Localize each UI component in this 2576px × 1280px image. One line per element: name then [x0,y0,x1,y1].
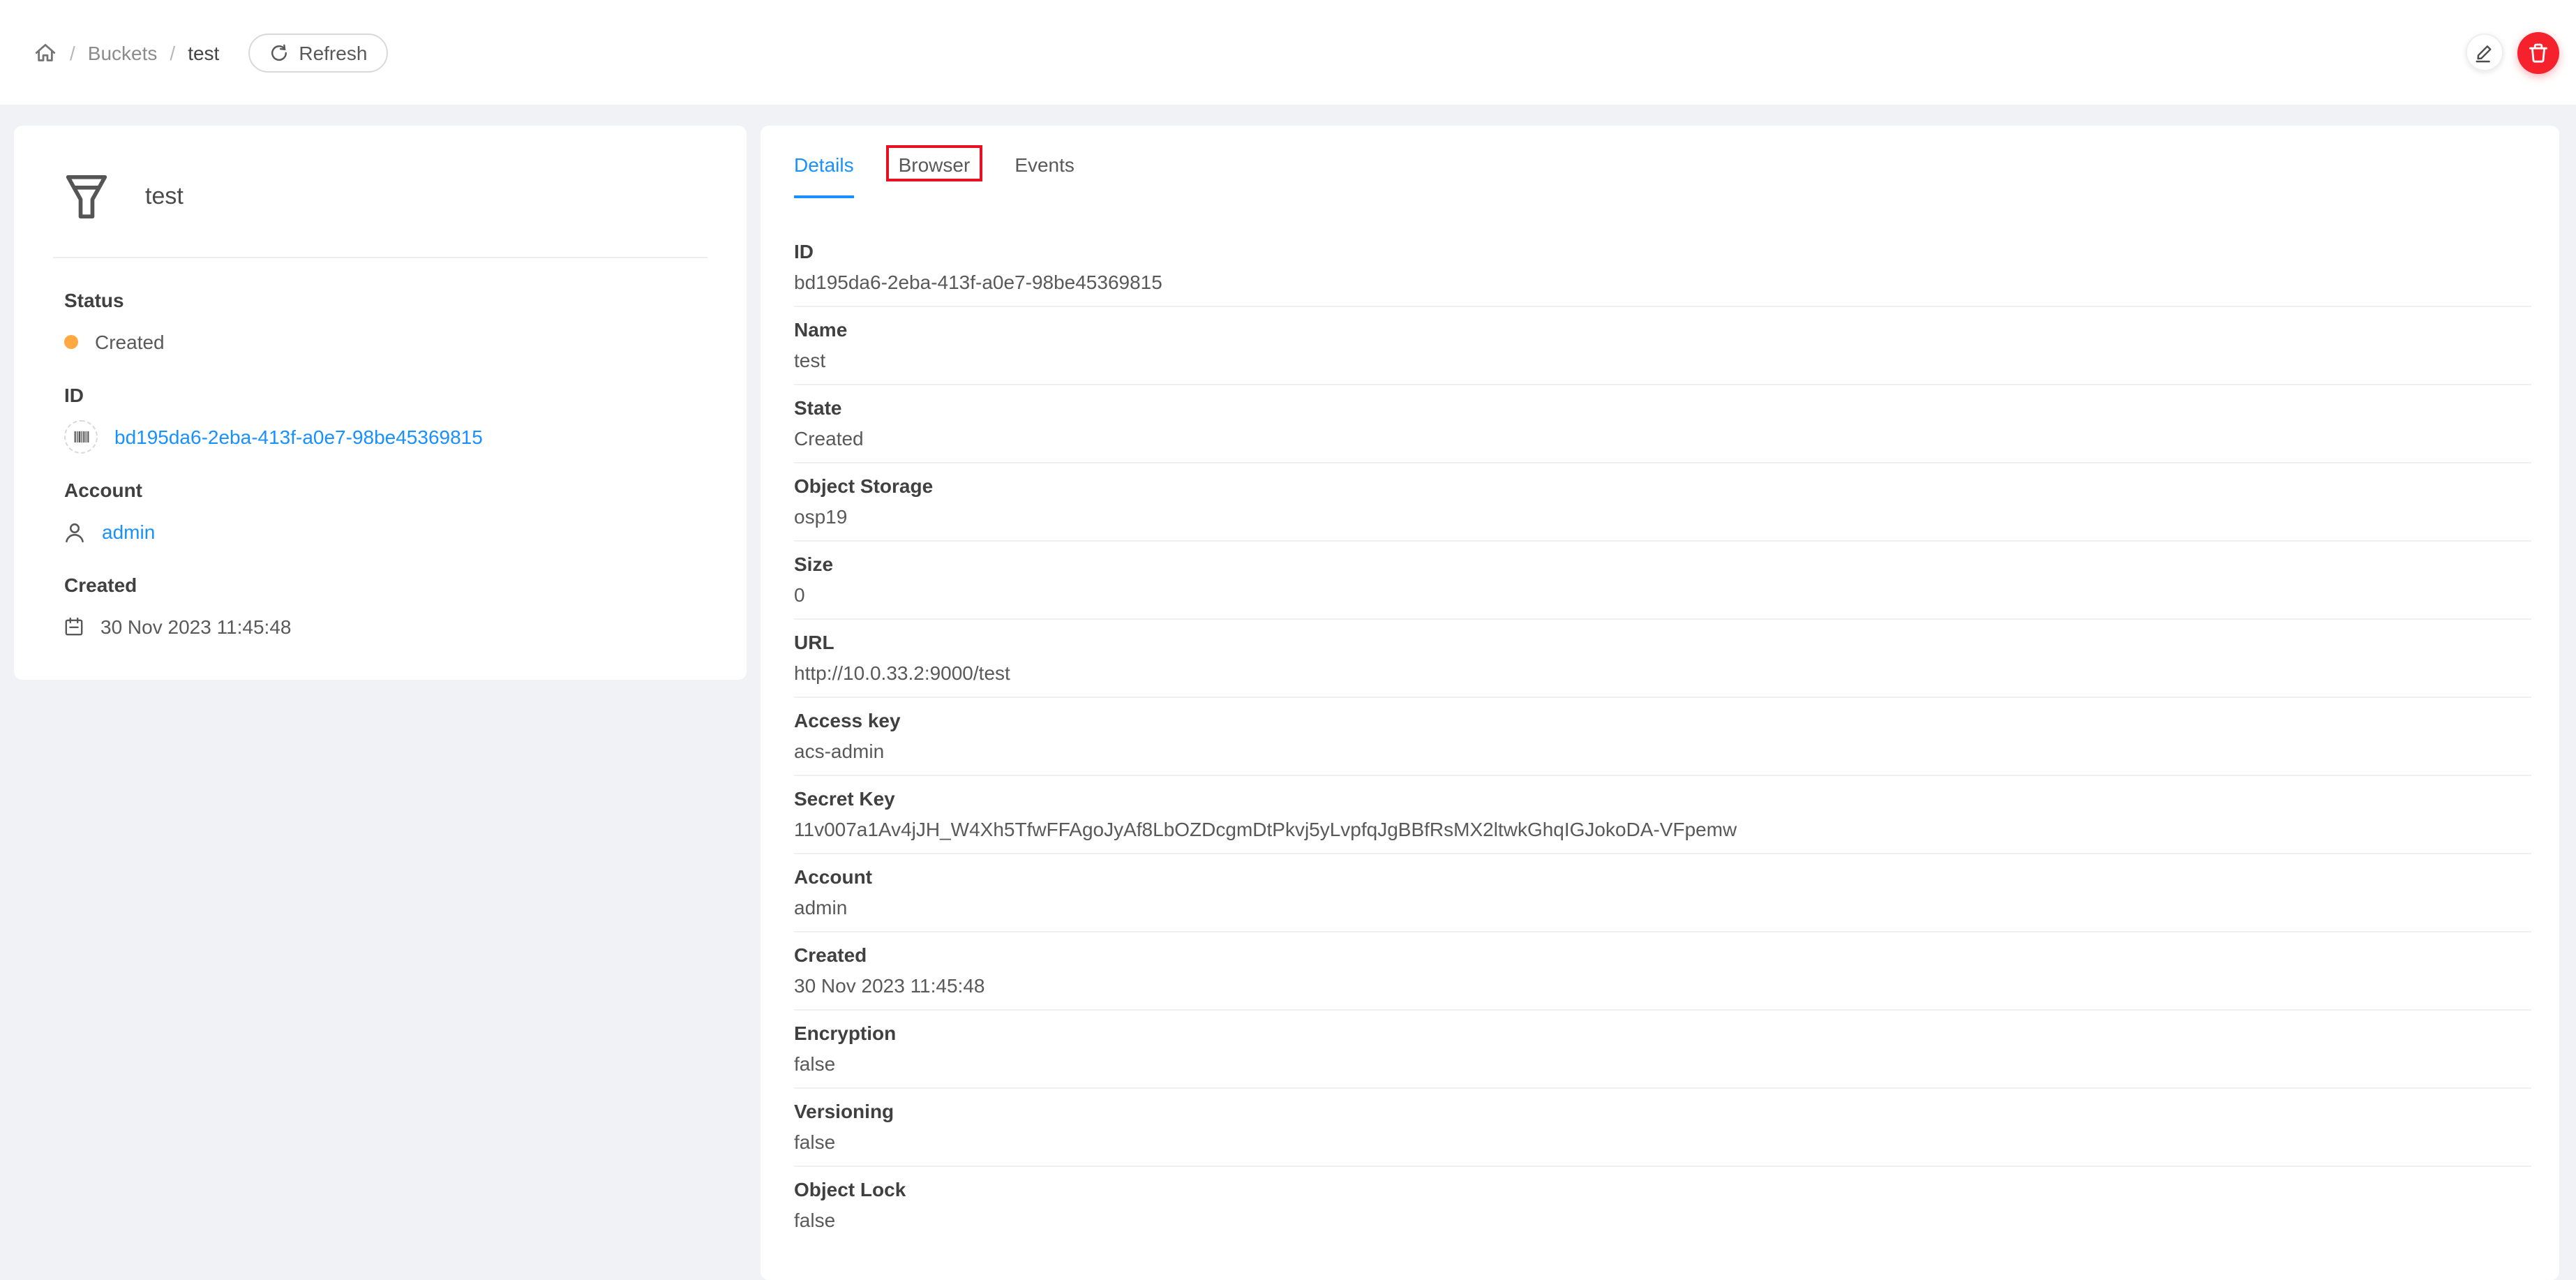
breadcrumb: / Buckets / test Refresh [33,33,389,72]
resource-info-card: test Status Created ID bd195da6-2eba-413… [14,126,747,680]
field-name: Name test [794,307,2531,385]
refresh-label: Refresh [299,41,368,64]
id-section: ID bd195da6-2eba-413f-a0e7-98be45369815 [53,384,707,454]
active-tab-ink-bar [794,195,854,198]
created-section: Created 30 Nov 2023 11:45:48 [53,574,707,643]
field-versioning: Versioning false [794,1089,2531,1167]
breadcrumb-separator: / [170,41,176,64]
field-id: ID bd195da6-2eba-413f-a0e7-98be45369815 [794,229,2531,307]
field-object-storage: Object Storage osp19 [794,463,2531,542]
tabs: Details Browser Events [761,126,2559,198]
reload-icon [269,43,289,62]
delete-button[interactable] [2517,31,2559,73]
detail-panel: Details Browser Events ID bd195da6-2eba-… [761,126,2559,1280]
created-label: Created [64,574,137,596]
resource-title: test [145,183,184,209]
field-created: Created 30 Nov 2023 11:45:48 [794,932,2531,1011]
field-encryption: Encryption false [794,1011,2531,1089]
barcode-icon [64,420,98,454]
status-label: Status [64,289,124,311]
calendar-icon [64,617,84,637]
divider [53,257,707,258]
tab-browser[interactable]: Browser [885,145,983,198]
breadcrumb-item-buckets[interactable]: Buckets [88,41,158,64]
field-secret-key: Secret Key 11v007a1Av4jJH_W4Xh5TfwFFAgoJ… [794,776,2531,854]
field-url: URL http://10.0.33.2:9000/test [794,620,2531,698]
app: / Buckets / test Refresh test Status Cre… [0,0,2576,1280]
detail-fields: ID bd195da6-2eba-413f-a0e7-98be45369815 … [761,198,2559,1280]
bucket-icon [64,173,109,221]
resource-id-link[interactable]: bd195da6-2eba-413f-a0e7-98be45369815 [114,425,483,449]
status-section: Status Created [53,289,707,359]
account-label: Account [64,479,142,501]
status-dot [64,335,78,349]
field-size: Size 0 [794,542,2531,620]
tab-details[interactable]: Details [794,151,854,198]
created-value: 30 Nov 2023 11:45:48 [100,615,292,637]
account-section: Account admin [53,479,707,549]
id-label: ID [64,384,84,406]
edit-button[interactable] [2466,34,2503,71]
home-icon[interactable] [33,40,57,64]
field-state: State Created [794,385,2531,463]
field-account: Account admin [794,854,2531,932]
edit-icon [2474,42,2495,63]
tab-events[interactable]: Events [1014,151,1074,198]
trash-icon [2527,41,2549,64]
user-icon [64,521,85,542]
page-header: / Buckets / test Refresh [0,0,2576,105]
breadcrumb-item-current: test [188,41,220,64]
field-object-lock: Object Lock false [794,1178,906,1231]
refresh-button[interactable]: Refresh [248,33,389,72]
field-access-key: Access key acs-admin [794,698,2531,776]
header-actions [2466,31,2559,73]
content-area: test Status Created ID bd195da6-2eba-413… [0,105,2576,1280]
status-value: Created [95,330,165,352]
resource-header: test [53,162,707,232]
breadcrumb-separator: / [70,41,75,64]
account-link[interactable]: admin [102,520,155,544]
